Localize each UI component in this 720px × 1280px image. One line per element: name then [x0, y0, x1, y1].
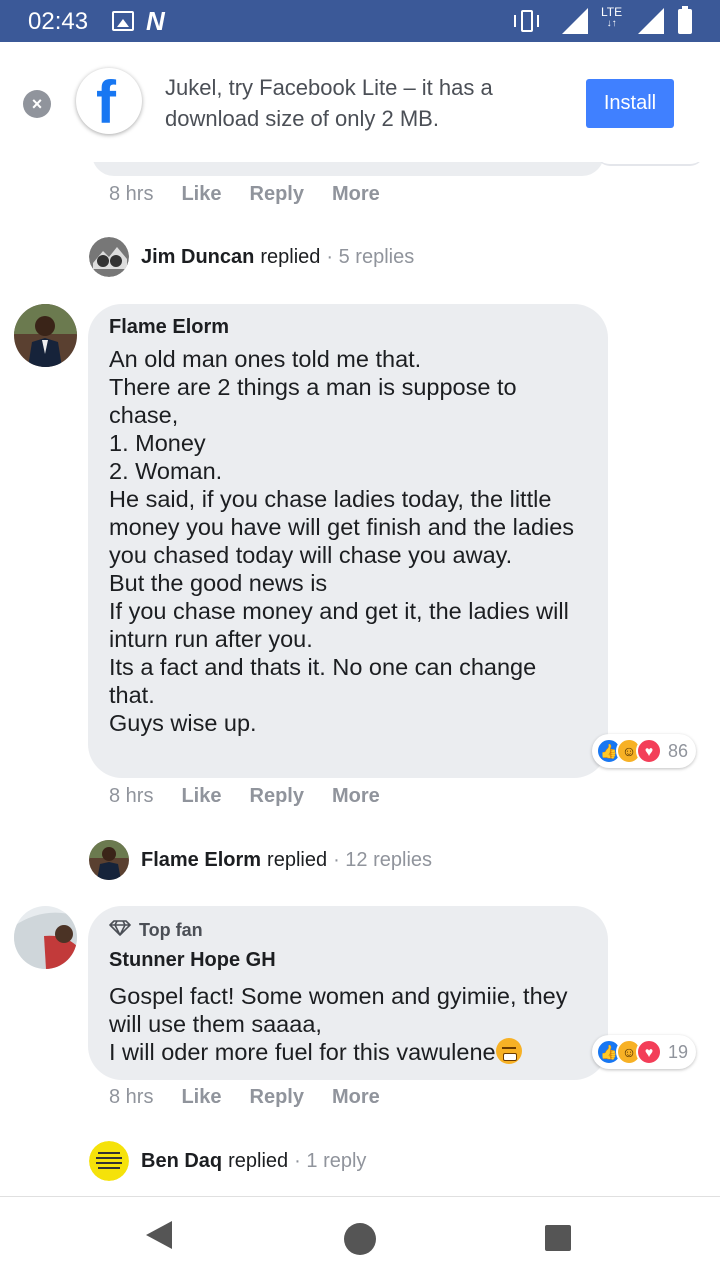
reply-count: · 5 replies	[326, 245, 415, 268]
comment-author[interactable]: Flame Elorm	[109, 316, 588, 339]
battery-icon	[678, 6, 692, 34]
reaction-summary[interactable]: 👍 ☺ ♥ 86	[592, 734, 697, 768]
facebook-logo-icon: f	[76, 68, 142, 136]
status-time: 02:43	[28, 8, 89, 35]
status-bar: 02:43 N LTE ↓↑	[0, 0, 720, 42]
avatar	[89, 1141, 129, 1181]
reaction-summary[interactable]: 👍 ☺ ♥ 19	[592, 1035, 697, 1069]
reply-summary[interactable]: Jim Duncan replied · 5 replies	[89, 237, 414, 277]
top-fan-label: Top fan	[139, 920, 203, 940]
reply-button[interactable]: Reply	[250, 1086, 304, 1109]
gallery-icon	[112, 11, 134, 31]
close-icon[interactable]: ×	[23, 90, 51, 118]
signal-icon	[562, 8, 588, 34]
avatar	[89, 237, 129, 277]
recent-apps-icon[interactable]	[545, 1225, 571, 1251]
comment-bubble[interactable]: Flame Elorm An old man ones told me that…	[88, 304, 608, 778]
like-button[interactable]: Like	[181, 1086, 221, 1109]
comment-actions: 8 hrs Like Reply More	[109, 785, 408, 808]
love-reaction-icon: ♥	[636, 1039, 662, 1065]
love-reaction-icon: ♥	[636, 738, 662, 764]
avatar	[89, 840, 129, 880]
avatar[interactable]	[14, 304, 77, 367]
comment-actions: 8 hrs Like Reply More	[109, 183, 408, 206]
more-button[interactable]: More	[332, 785, 380, 808]
vibrate-icon	[514, 10, 540, 32]
reply-count: · 1 reply	[294, 1149, 367, 1172]
navigation-bar	[0, 1196, 720, 1280]
promo-text: Jukel, try Facebook Lite – it has a down…	[165, 75, 493, 131]
reply-verb: replied	[267, 848, 328, 871]
back-icon[interactable]	[146, 1221, 172, 1249]
reaction-count: 19	[668, 1041, 689, 1062]
n-app-icon: N	[146, 6, 165, 36]
top-fan-badge: Top fan	[109, 920, 588, 941]
reaction-count: 86	[668, 740, 689, 761]
reply-author[interactable]: Jim Duncan	[141, 246, 254, 269]
comment-time: 8 hrs	[109, 1086, 154, 1108]
comment-body: An old man ones told me that. There are …	[109, 346, 575, 736]
more-button[interactable]: More	[332, 1086, 380, 1109]
comment-feed[interactable]: 8 hrs Like Reply More Jim Duncan replied…	[0, 162, 720, 1196]
frustrated-face-emoji-icon	[495, 1038, 522, 1064]
reply-verb: replied	[260, 245, 321, 268]
reply-verb: replied	[228, 1149, 289, 1172]
reply-author[interactable]: Flame Elorm	[141, 849, 261, 872]
home-icon[interactable]	[344, 1223, 376, 1255]
reply-summary[interactable]: Flame Elorm replied · 12 replies	[89, 840, 432, 880]
more-button[interactable]: More	[332, 183, 380, 206]
reply-count: · 12 replies	[333, 848, 433, 871]
avatar[interactable]	[14, 906, 77, 969]
like-button[interactable]: Like	[181, 183, 221, 206]
comment-actions: 8 hrs Like Reply More	[109, 1086, 408, 1109]
comment-time: 8 hrs	[109, 785, 154, 807]
signal-icon	[638, 8, 664, 34]
previous-comment-bubble	[92, 162, 604, 176]
comment-bubble[interactable]: Top fan Stunner Hope GH Gospel fact! Som…	[88, 906, 608, 1080]
lte-icon: LTE ↓↑	[601, 5, 623, 29]
diamond-icon	[109, 920, 131, 941]
like-button[interactable]: Like	[181, 785, 221, 808]
reply-author[interactable]: Ben Daq	[141, 1150, 222, 1173]
facebook-logo-letter: f	[96, 69, 116, 136]
comment-body: Gospel fact! Some women and gyimiie, the…	[109, 982, 588, 1066]
comment-author[interactable]: Stunner Hope GH	[109, 949, 588, 972]
reply-button[interactable]: Reply	[250, 183, 304, 206]
reply-summary[interactable]: Ben Daq replied · 1 reply	[89, 1141, 366, 1181]
network-type-label: LTE	[601, 5, 623, 19]
reply-button[interactable]: Reply	[250, 785, 304, 808]
install-button[interactable]: Install	[586, 79, 674, 128]
previous-reactions	[596, 162, 704, 166]
comment-time: 8 hrs	[109, 183, 154, 205]
